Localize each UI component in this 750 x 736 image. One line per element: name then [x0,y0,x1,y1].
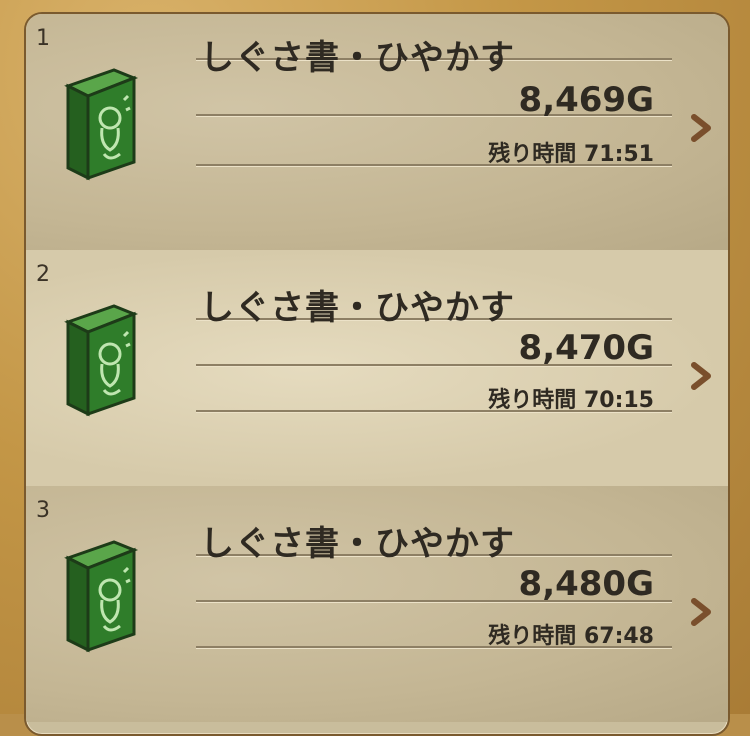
list-item[interactable]: 1 しぐさ書・ひやかす 8,469G 残り時間 71:51 [26,14,728,250]
app-frame: 1 しぐさ書・ひやかす 8,469G 残り時間 71:51 2 しぐさ書・ひやか… [0,0,750,736]
chevron-right-icon[interactable] [690,598,712,626]
chevron-right-icon[interactable] [690,114,712,142]
item-name: しぐさ書・ひやかす [200,288,515,328]
remaining-time: 残り時間 70:15 [488,388,654,413]
book-icon [64,304,139,417]
listing-panel: 1 しぐさ書・ひやかす 8,469G 残り時間 71:51 2 しぐさ書・ひやか… [24,12,730,736]
item-price: 8,480G [518,564,654,604]
remaining-time: 残り時間 71:51 [488,142,654,167]
item-price: 8,469G [518,80,654,120]
item-name: しぐさ書・ひやかす [200,524,515,564]
list-item[interactable]: 2 しぐさ書・ひやかす 8,470G 残り時間 70:15 [26,250,728,486]
rank-number: 3 [36,498,50,523]
item-name: しぐさ書・ひやかす [200,38,515,78]
item-price: 8,470G [518,328,654,368]
book-icon [64,68,139,181]
rank-number: 2 [36,262,50,287]
chevron-right-icon[interactable] [690,362,712,390]
rank-number: 1 [36,26,50,51]
book-icon [64,540,139,653]
list-item[interactable]: 3 しぐさ書・ひやかす 8,480G 残り時間 67:48 [26,486,728,722]
remaining-time: 残り時間 67:48 [488,624,654,649]
